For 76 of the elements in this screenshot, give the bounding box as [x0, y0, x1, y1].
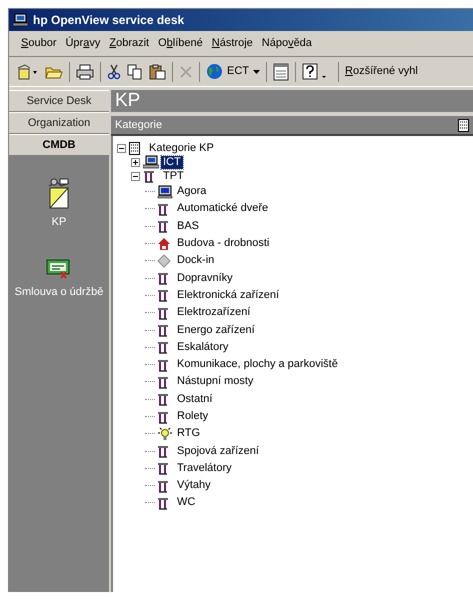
copy-icon[interactable]	[127, 64, 143, 80]
panel-title: KP	[111, 90, 473, 112]
tree-item[interactable]: Nástupní mosty	[175, 375, 256, 388]
tree-item[interactable]: RTG	[175, 427, 202, 440]
nav-tab[interactable]: Service Desk	[9, 90, 109, 112]
tool-icon	[157, 271, 169, 286]
list-icon	[129, 142, 140, 154]
print-icon[interactable]	[76, 64, 94, 80]
tree-item[interactable]: ICT	[161, 156, 183, 168]
collapse-icon[interactable]	[131, 172, 140, 180]
tree-item[interactable]: Výtahy	[175, 479, 213, 492]
monitor-icon	[157, 184, 173, 199]
cut-icon[interactable]	[107, 64, 121, 80]
dropdown-arrow-icon	[253, 70, 260, 74]
box-icon	[47, 178, 71, 210]
menu-item[interactable]: Soubor	[21, 35, 56, 52]
help-icon[interactable]	[302, 62, 328, 80]
contract-icon	[46, 258, 72, 280]
nav-shortcut[interactable]: KP	[14, 178, 104, 228]
tree-item[interactable]: Dopravníky	[175, 272, 235, 285]
tool-icon	[157, 358, 169, 372]
tree-item[interactable]: Ostatní	[175, 392, 214, 406]
tree-item[interactable]: TPT	[161, 170, 186, 182]
tree-item[interactable]: Dock-in	[175, 254, 216, 268]
tool-icon	[157, 410, 169, 424]
window-title: hp OpenView service desk	[33, 12, 184, 29]
tree-item[interactable]: BAS	[175, 220, 202, 233]
tree-item[interactable]: Rolety	[175, 410, 210, 423]
tool-icon	[157, 374, 169, 389]
menu-item[interactable]: Nápověda	[262, 35, 312, 52]
tool-icon	[143, 169, 155, 183]
scope-dropdown[interactable]: ECT	[206, 63, 260, 80]
lightbulb-icon	[157, 426, 173, 441]
tool-icon	[157, 219, 169, 234]
tool-icon	[157, 323, 169, 338]
tool-icon	[157, 288, 169, 302]
tool-icon	[157, 306, 169, 320]
tree-item[interactable]: Komunikace, plochy a parkoviště	[175, 358, 340, 372]
tree-item[interactable]: WC	[175, 496, 198, 510]
form-icon[interactable]	[273, 62, 289, 80]
tool-icon	[157, 392, 169, 406]
computer-icon	[143, 155, 159, 169]
new-item-icon[interactable]	[17, 64, 39, 80]
tool-icon	[157, 340, 169, 354]
expand-icon[interactable]	[131, 158, 140, 166]
menu-item[interactable]: Oblíbené	[158, 35, 203, 52]
menu-item[interactable]: Úpravy	[65, 35, 100, 52]
collapse-icon[interactable]	[117, 144, 126, 152]
panel-subtitle: Kategorie	[115, 118, 162, 133]
tree-item[interactable]: Travelátory	[175, 462, 234, 475]
globe-icon	[206, 63, 223, 80]
app-icon	[13, 13, 29, 27]
house-icon	[157, 236, 171, 251]
advanced-search-button[interactable]: Rozšířené vyhl	[345, 63, 418, 80]
tree-item[interactable]: Spojová zařízení	[175, 444, 261, 458]
diamond-icon	[157, 254, 171, 268]
menu-item[interactable]: Nástroje	[212, 35, 253, 52]
tool-icon	[157, 444, 169, 458]
menu-item[interactable]: Zobrazit	[109, 35, 150, 52]
tree-item[interactable]: Budova - drobnosti	[175, 237, 272, 250]
nav-tab[interactable]: Organization	[9, 112, 109, 134]
tree-item[interactable]: Agora	[175, 185, 208, 198]
tool-icon	[157, 496, 169, 510]
tree-item[interactable]: Automatické dveře	[175, 202, 270, 216]
tree-item[interactable]: Energo zařízení	[175, 324, 257, 337]
tool-icon	[157, 461, 169, 476]
paste-icon[interactable]	[149, 64, 166, 80]
tool-icon	[157, 202, 169, 216]
nav-tab[interactable]: CMDB	[9, 134, 109, 156]
nav-shortcut[interactable]: Smlouva o údržbě	[14, 258, 104, 298]
tool-icon	[157, 478, 169, 493]
tree-item[interactable]: Elektrozařízení	[175, 306, 252, 320]
tree-item[interactable]: Elektronická zařízení	[175, 288, 282, 302]
tree-item[interactable]: Kategorie KP	[147, 142, 216, 154]
list-icon[interactable]	[458, 118, 469, 132]
tree-item[interactable]: Eskalátory	[175, 340, 230, 354]
